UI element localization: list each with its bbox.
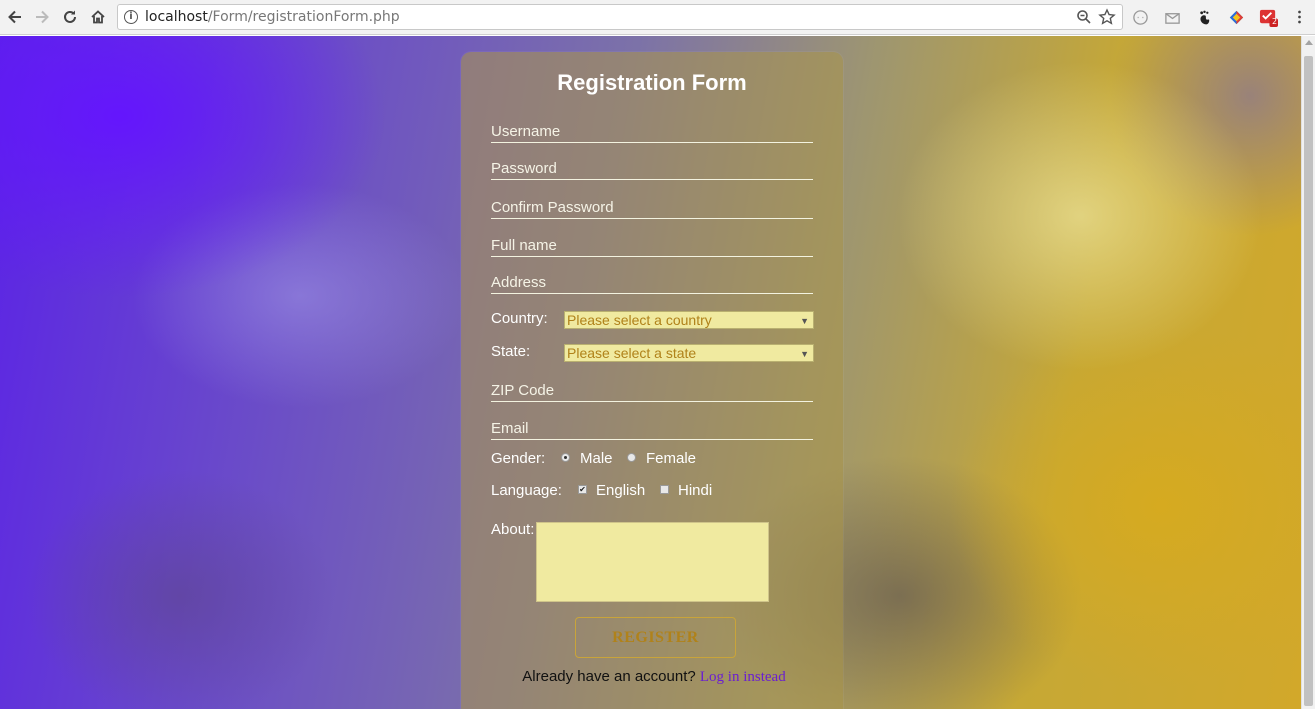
about-label: About:	[491, 521, 535, 538]
forward-arrow-icon	[36, 10, 49, 24]
language-english-checkbox[interactable]: ✔	[578, 485, 587, 494]
country-label: Country:	[491, 310, 548, 327]
home-icon	[91, 10, 105, 24]
email-field[interactable]	[491, 418, 813, 440]
page-scrollbar[interactable]	[1301, 36, 1315, 709]
language-hindi-label: Hindi	[678, 482, 713, 499]
account-prompt: Already have an account? Log in instead	[461, 668, 847, 686]
dropdown-arrow-icon: ▼	[800, 349, 809, 359]
address-bar[interactable]: i localhost/Form/registrationForm.php	[117, 4, 1123, 30]
language-english-label: English	[596, 482, 646, 499]
password-field[interactable]	[491, 158, 813, 180]
password-input[interactable]	[491, 158, 813, 178]
country-select-value: Please select a country	[567, 312, 712, 328]
gender-female-label: Female	[646, 450, 697, 467]
extension-mail-icon[interactable]	[1162, 7, 1182, 27]
reload-icon	[64, 10, 76, 23]
gender-label: Gender:	[491, 450, 546, 467]
full-name-field[interactable]	[491, 235, 813, 257]
scroll-thumb[interactable]	[1304, 56, 1313, 706]
extension-todo-icon[interactable]: 2	[1258, 7, 1278, 27]
full-name-input[interactable]	[491, 235, 813, 255]
menu-kebab-icon[interactable]	[1289, 7, 1309, 27]
gender-male-label: Male	[580, 450, 613, 467]
back-button[interactable]	[2, 4, 28, 30]
country-select[interactable]: Please select a country ▼	[564, 311, 814, 329]
extension-badge: 2	[1272, 17, 1278, 26]
zoom-icon[interactable]	[1076, 9, 1092, 25]
form-title: Registration Form	[557, 70, 747, 95]
address-field[interactable]	[491, 272, 813, 294]
dropdown-arrow-icon: ▼	[800, 316, 809, 326]
site-info-icon[interactable]: i	[124, 10, 138, 24]
register-button[interactable]: REGISTER	[575, 617, 736, 658]
browser-toolbar: i localhost/Form/registrationForm.php 2	[0, 0, 1315, 35]
confirm-password-field[interactable]	[491, 197, 813, 219]
state-select-value: Please select a state	[567, 345, 697, 361]
home-button[interactable]	[85, 4, 111, 30]
email-input[interactable]	[491, 418, 813, 438]
login-link[interactable]: Log in instead	[700, 669, 786, 685]
language-hindi-checkbox[interactable]	[660, 485, 669, 494]
extension-color-icon[interactable]	[1226, 7, 1246, 27]
language-label: Language:	[491, 482, 562, 499]
page-background: Registration Form Country: Please select…	[0, 36, 1301, 709]
registration-card: Registration Form Country: Please select…	[461, 52, 843, 709]
url-text: localhost/Form/registrationForm.php	[145, 9, 400, 25]
about-textarea[interactable]	[536, 522, 769, 602]
zip-input[interactable]	[491, 380, 813, 400]
forward-button[interactable]	[29, 4, 55, 30]
reload-button[interactable]	[57, 4, 83, 30]
back-arrow-icon	[8, 10, 21, 24]
address-input[interactable]	[491, 272, 813, 292]
gender-female-radio[interactable]	[627, 453, 636, 462]
bookmark-star-icon[interactable]	[1098, 8, 1116, 26]
username-input[interactable]	[491, 121, 813, 141]
zip-field[interactable]	[491, 380, 813, 402]
state-label: State:	[491, 343, 531, 360]
confirm-password-input[interactable]	[491, 197, 813, 217]
state-select[interactable]: Please select a state ▼	[564, 344, 814, 362]
account-text: Already have an account?	[522, 668, 696, 685]
scroll-up-arrow-icon[interactable]	[1305, 40, 1313, 45]
extension-gnome-icon[interactable]	[1194, 7, 1214, 27]
gender-male-radio[interactable]	[561, 453, 570, 462]
extension-circle-icon[interactable]	[1130, 7, 1150, 27]
username-field[interactable]	[491, 121, 813, 143]
